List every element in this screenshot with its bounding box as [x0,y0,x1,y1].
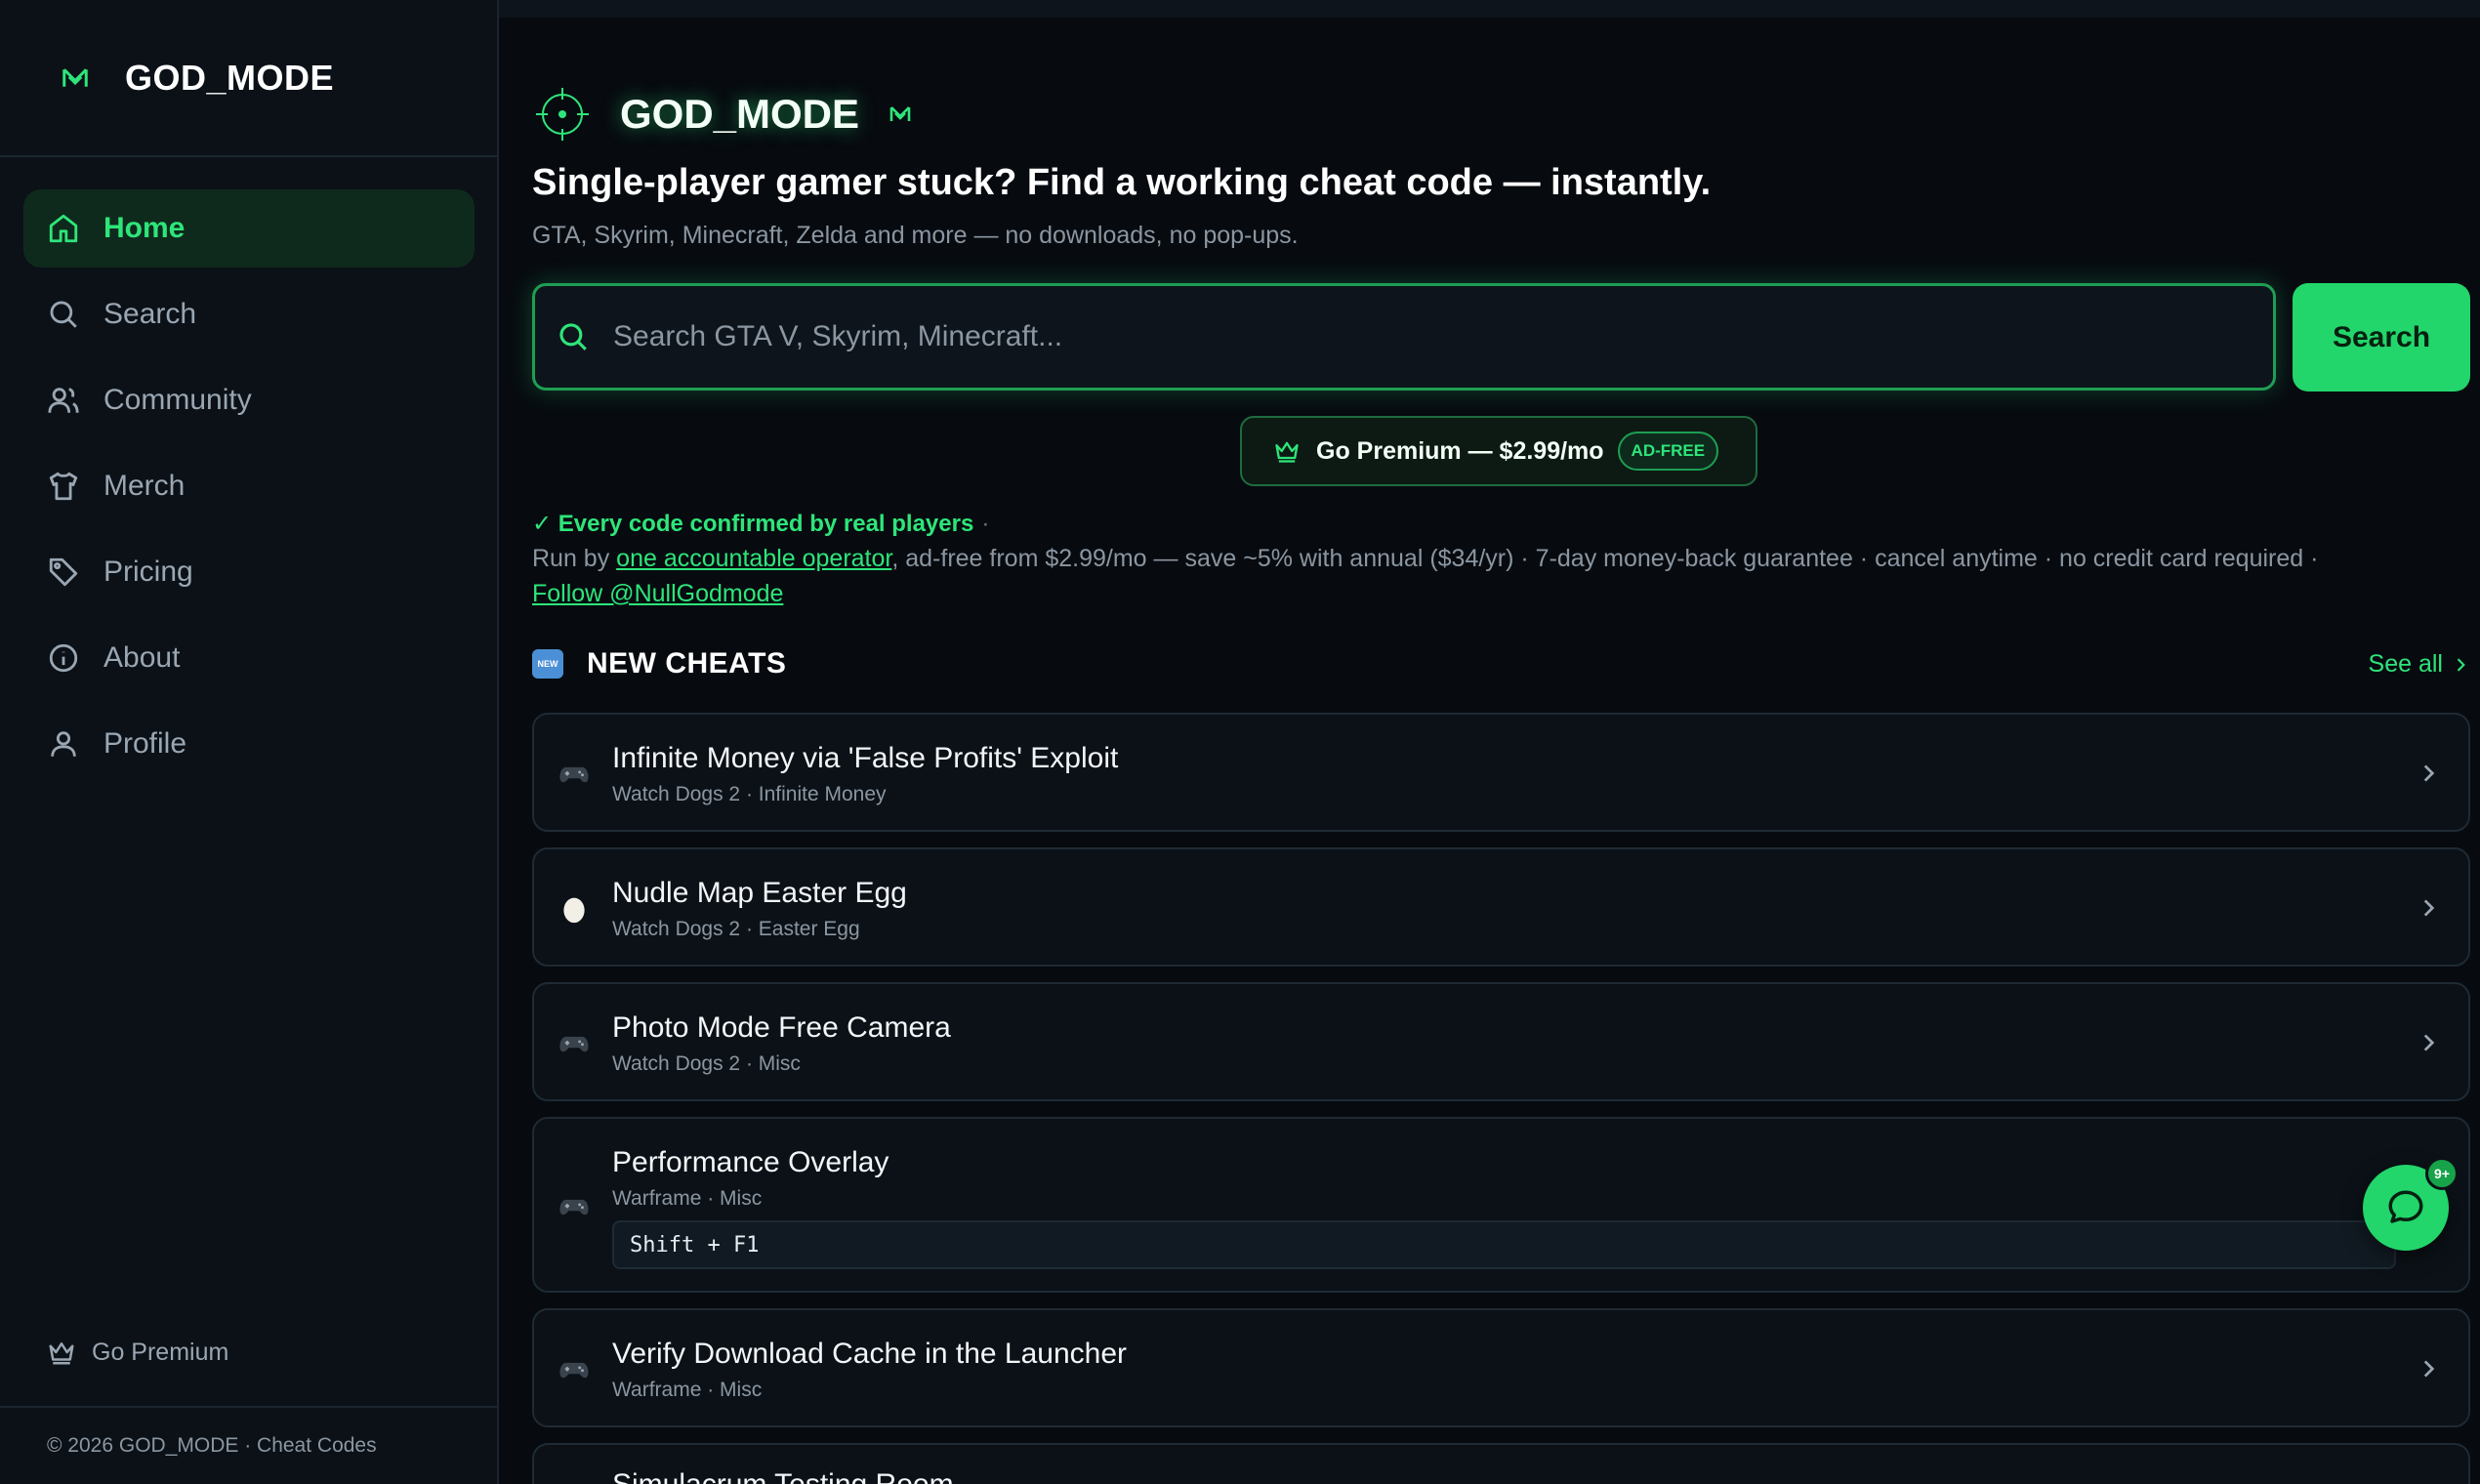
sidebar-nav: Home Search Community Merch Pricing Abou… [23,189,475,791]
cheat-card[interactable]: Infinite Money via 'False Profits' Explo… [532,713,2470,832]
section-title: NEW CHEATS [587,647,787,680]
search-icon [50,301,77,328]
see-all-label: See all [2368,650,2443,678]
sidebar-item-search[interactable]: Search [23,275,475,353]
chevron-right-icon [2457,657,2465,672]
sidebar-item-label: Profile [103,727,187,760]
cheat-meta: Warframe · Misc [612,1379,763,1401]
chevron-right-icon [2423,1360,2435,1378]
follow-link[interactable]: Follow @NullGodmode [532,580,783,607]
page-subtitle: GTA, Skyrim, Minecraft, Zelda and more —… [532,222,1299,249]
verified-text: ✓ Every code confirmed by real players [532,511,974,537]
ad-free-badge: AD-FREE [1617,432,1719,471]
cheat-card[interactable]: Performance Overlay Warframe · Misc Shif… [532,1117,2470,1293]
info-line: Run by one accountable operator, ad-free… [532,545,2318,573]
run-by-suffix: , ad-free from $2.99/mo — save ~5% with … [891,545,2319,572]
cheat-title: Nudle Map Easter Egg [612,877,907,909]
notification-badge: 9+ [2425,1157,2459,1190]
sidebar-item-merch[interactable]: Merch [23,447,475,525]
verified-note: ✓ Every code confirmed by real players · [532,510,989,538]
go-premium-label: Go Premium [92,1338,229,1366]
search-box[interactable] [532,283,2276,391]
sidebar: GOD_MODE Home Search Community Merch Pri… [0,0,499,1484]
gamepad-icon [559,766,589,783]
crown-icon [1275,441,1299,463]
hero-brand: GOD_MODE [620,91,860,137]
sidebar-item-home[interactable]: Home [23,189,475,268]
operator-link[interactable]: one accountable operator [616,545,891,572]
users-icon [48,388,79,413]
cheat-meta: Watch Dogs 2 · Easter Egg [612,918,860,940]
separator-dot: · [981,511,990,537]
sidebar-footer: © 2026 GOD_MODE · Cheat Codes [0,1406,497,1484]
premium-label: Go Premium — $2.99/mo [1316,436,1604,465]
cheat-card[interactable]: Photo Mode Free Camera Watch Dogs 2 · Mi… [532,982,2470,1101]
sidebar-item-profile[interactable]: Profile [23,705,475,783]
sidebar-item-pricing[interactable]: Pricing [23,533,475,611]
chevron-right-icon [2423,764,2435,782]
new-cheats-header: NEW NEW CHEATS See all [532,644,2470,683]
cheat-meta: Watch Dogs 2 · Misc [612,1052,801,1075]
gamepad-icon [559,1199,589,1216]
sidebar-item-label: About [103,641,181,674]
cheat-card[interactable]: Simulacrum Testing Room [532,1443,2470,1484]
cheat-title: Photo Mode Free Camera [612,1011,951,1044]
copyright-text: © 2026 GOD_MODE · Cheat Codes [47,1434,377,1457]
logo-icon [889,106,911,121]
chevron-right-icon [2423,899,2435,917]
tag-icon [49,557,78,587]
cheat-card[interactable]: Verify Download Cache in the Launcher Wa… [532,1308,2470,1427]
page-headline: Single-player gamer stuck? Find a workin… [532,162,1712,203]
see-all-link[interactable]: See all [2369,650,2470,679]
gamepad-icon [559,1036,589,1052]
run-by-prefix: Run by [532,545,617,572]
search-input[interactable] [613,320,2224,353]
brand-name: GOD_MODE [125,57,335,98]
cheat-title: Performance Overlay [612,1146,889,1178]
sidebar-go-premium[interactable]: Go Premium [47,1338,228,1367]
sidebar-brand[interactable]: GOD_MODE [0,0,497,157]
egg-icon [563,897,585,924]
sidebar-item-label: Community [103,384,252,416]
cheat-title: Simulacrum Testing Room [612,1468,954,1484]
top-strip [499,0,2480,18]
logo-icon [62,67,88,87]
cheat-card[interactable]: Nudle Map Easter Egg Watch Dogs 2 · East… [532,847,2470,967]
chevron-right-icon [2423,1034,2435,1051]
sidebar-item-label: Pricing [103,556,193,588]
search-icon [559,323,587,350]
sidebar-item-label: Home [103,212,186,244]
sidebar-item-community[interactable]: Community [23,361,475,439]
shirt-icon [49,472,78,501]
sidebar-item-label: Merch [103,470,186,502]
cheat-code[interactable]: Shift + F1 [612,1220,2396,1269]
sidebar-item-label: Search [103,298,197,330]
crown-icon [49,1342,74,1365]
cheat-meta: Warframe · Misc [612,1187,763,1210]
hero-title: GOD_MODE [532,84,912,144]
new-emoji-badge: NEW [532,649,563,679]
go-premium-button[interactable]: Go Premium — $2.99/mo AD-FREE [1240,416,1757,486]
cheat-title: Infinite Money via 'False Profits' Explo… [612,742,1119,774]
crosshair-icon [536,88,589,141]
cheat-meta: Watch Dogs 2 · Infinite Money [612,783,887,805]
chat-bubble-icon [2388,1190,2423,1223]
info-icon [49,643,78,673]
search-button[interactable]: Search [2293,283,2470,392]
user-icon [51,731,76,757]
home-icon [49,214,78,243]
follow-line: Follow @NullGodmode [532,580,783,608]
gamepad-icon [559,1362,589,1379]
sidebar-item-about[interactable]: About [23,619,475,697]
cheat-title: Verify Download Cache in the Launcher [612,1338,1127,1370]
